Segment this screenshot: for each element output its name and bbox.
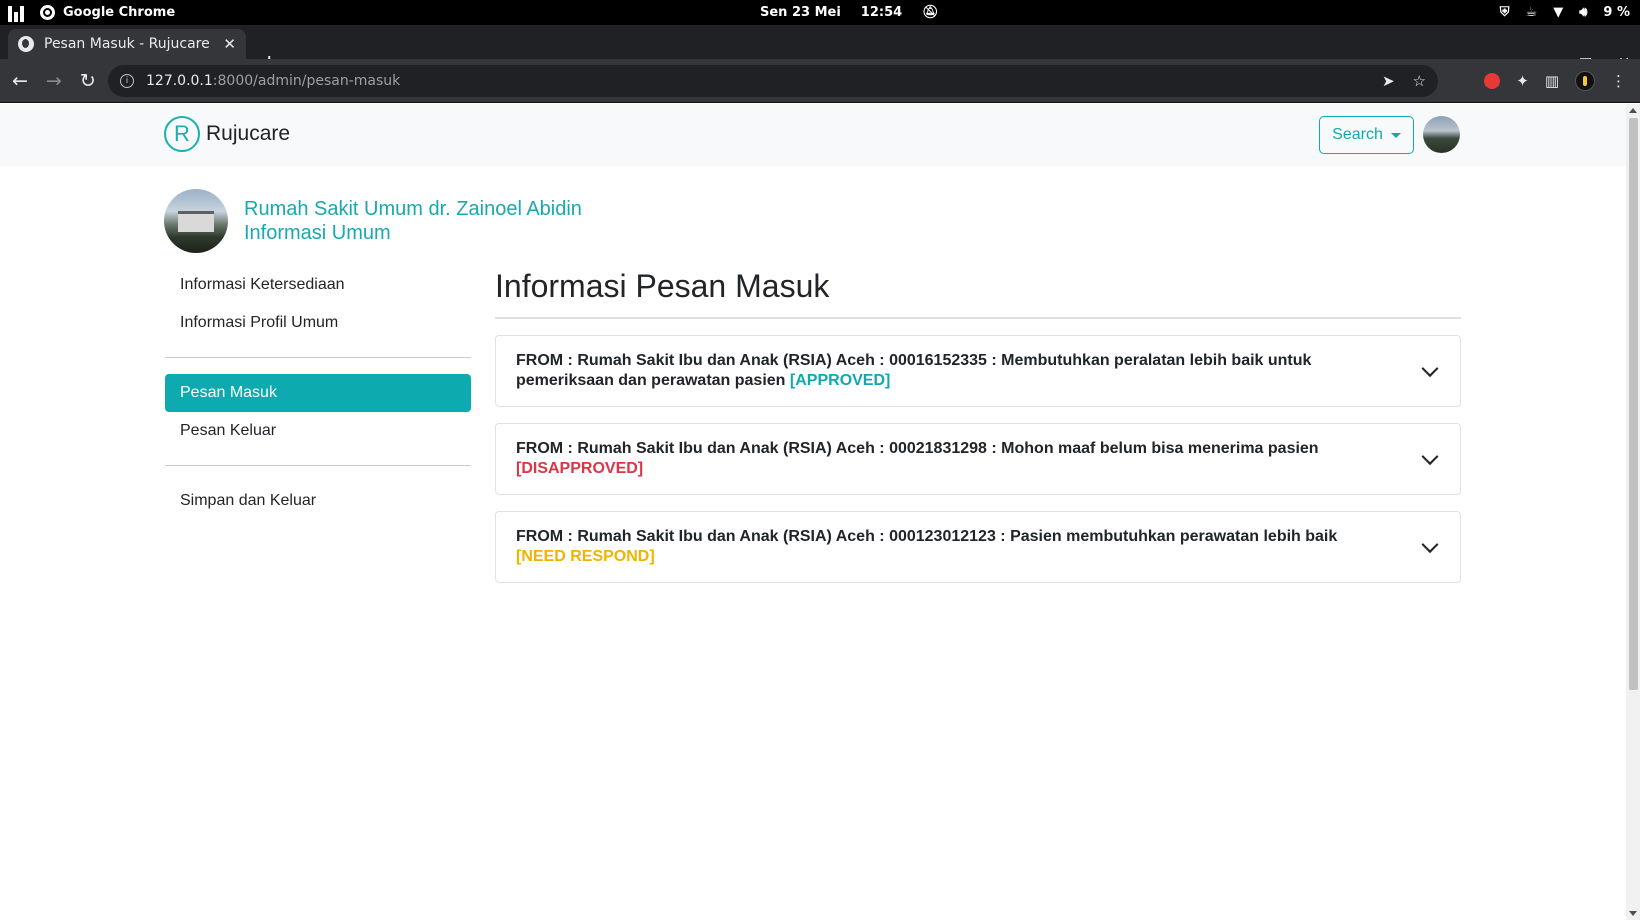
volume-icon[interactable]: 🔊︎ — [1579, 5, 1587, 20]
url-text[interactable]: 127.0.0.1:8000/admin/pesan-masuk — [146, 73, 1370, 89]
chevron-down-icon[interactable] — [1421, 448, 1439, 466]
brand-name: Rujucare — [206, 122, 291, 145]
scroll-down-arrow-icon[interactable] — [1629, 911, 1637, 916]
address-bar[interactable]: i 127.0.0.1:8000/admin/pesan-masuk ➤ ☆ — [108, 65, 1438, 97]
os-date: Sen 23 Mei — [760, 5, 841, 20]
status-badge: [DISAPPROVED] — [516, 460, 644, 477]
sidebar-item-pesan-masuk[interactable]: Pesan Masuk — [165, 374, 471, 412]
title-divider — [495, 317, 1461, 319]
site-info-icon[interactable]: i — [120, 74, 134, 88]
status-badge: [NEED RESPOND] — [516, 548, 655, 565]
os-clock[interactable]: Sen 23 Mei 12:54 🔕︎ — [760, 0, 939, 25]
browser-toolbar: ← → ↻ i 127.0.0.1:8000/admin/pesan-masuk… — [0, 59, 1640, 103]
site-navbar: R Rujucare Search — [0, 104, 1626, 166]
browser-tab-strip: Pesan Masuk - Rujucare ✕ + ⌄ – □ ✕ — [0, 25, 1640, 75]
page-scrollbar[interactable] — [1626, 104, 1640, 920]
shield-icon[interactable]: ⛨ — [1500, 5, 1510, 20]
status-badge: [APPROVED] — [789, 372, 891, 389]
rujucare-logo-icon: R — [164, 116, 200, 152]
message-body: FROM : Rumah Sakit Ibu dan Anak (RSIA) A… — [516, 528, 1338, 545]
hospital-subtitle: Informasi Umum — [244, 222, 391, 244]
activities-icon[interactable] — [8, 4, 26, 22]
sidebar-item-informasi-profil-umum[interactable]: Informasi Profil Umum — [165, 304, 471, 342]
extension-red-icon[interactable] — [1484, 73, 1501, 89]
message-body: FROM : Rumah Sakit Ibu dan Anak (RSIA) A… — [516, 440, 1319, 457]
message-accordion-item[interactable]: FROM : Rumah Sakit Ibu dan Anak (RSIA) A… — [495, 335, 1461, 407]
message-text: FROM : Rumah Sakit Ibu dan Anak (RSIA) A… — [516, 439, 1400, 479]
bookmark-star-icon[interactable]: ☆ — [1413, 72, 1426, 90]
chevron-down-icon[interactable] — [1421, 360, 1439, 378]
reload-icon[interactable]: ↻ — [80, 70, 96, 92]
sidebar: Informasi Ketersediaan Informasi Profil … — [165, 266, 471, 520]
side-panel-icon[interactable]: ▥ — [1545, 72, 1559, 90]
profile-avatar-icon[interactable] — [1575, 71, 1595, 91]
url-path: :8000/admin/pesan-masuk — [212, 73, 401, 89]
hospital-name: Rumah Sakit Umum dr. Zainoel Abidin — [244, 198, 582, 220]
hospital-avatar — [164, 189, 228, 253]
message-accordion-item[interactable]: FROM : Rumah Sakit Ibu dan Anak (RSIA) A… — [495, 511, 1461, 583]
wifi-icon[interactable]: ▼ — [1553, 5, 1563, 20]
chevron-down-icon[interactable] — [1421, 536, 1439, 554]
main-content: Informasi Pesan Masuk FROM : Rumah Sakit… — [495, 266, 1461, 599]
page-title: Informasi Pesan Masuk — [495, 268, 830, 304]
os-time: 12:54 — [860, 5, 903, 20]
sidebar-divider — [165, 357, 471, 358]
message-accordion-item[interactable]: FROM : Rumah Sakit Ibu dan Anak (RSIA) A… — [495, 423, 1461, 495]
search-dropdown-button[interactable]: Search — [1319, 116, 1414, 154]
notifications-muted-icon: 🔕︎ — [922, 5, 939, 20]
chrome-icon — [40, 5, 55, 20]
globe-icon — [18, 36, 34, 52]
caret-down-icon — [1390, 132, 1401, 138]
browser-menu-icon[interactable]: ⋮ — [1611, 72, 1626, 90]
forward-arrow-icon[interactable]: → — [46, 70, 62, 92]
message-body: FROM : Rumah Sakit Ibu dan Anak (RSIA) A… — [516, 352, 1312, 389]
extensions-puzzle-icon[interactable]: ✦ — [1516, 72, 1529, 90]
coffee-icon[interactable]: ☕︎ — [1526, 5, 1538, 20]
message-text: FROM : Rumah Sakit Ibu dan Anak (RSIA) A… — [516, 351, 1400, 391]
web-page: R Rujucare Search Rumah Sakit Umum dr. Z… — [0, 104, 1626, 920]
tab-close-icon[interactable]: ✕ — [223, 35, 236, 53]
hospital-header: Rumah Sakit Umum dr. Zainoel Abidin Info… — [164, 189, 582, 253]
sidebar-item-pesan-keluar[interactable]: Pesan Keluar — [165, 412, 471, 450]
message-text: FROM : Rumah Sakit Ibu dan Anak (RSIA) A… — [516, 527, 1400, 567]
send-icon[interactable]: ➤ — [1382, 72, 1395, 90]
browser-tab[interactable]: Pesan Masuk - Rujucare ✕ — [8, 29, 246, 59]
os-app-name[interactable]: Google Chrome — [63, 5, 175, 20]
scroll-up-arrow-icon[interactable] — [1629, 108, 1637, 113]
os-top-bar: Google Chrome Sen 23 Mei 12:54 🔕︎ ⛨ ☕︎ ▼… — [0, 0, 1640, 25]
search-button-label: Search — [1332, 126, 1383, 143]
back-arrow-icon[interactable]: ← — [12, 70, 28, 92]
sidebar-item-informasi-ketersediaan[interactable]: Informasi Ketersediaan — [165, 266, 471, 304]
user-avatar[interactable] — [1423, 116, 1460, 153]
brand-logo[interactable]: R Rujucare — [164, 116, 290, 152]
url-host: 127.0.0.1 — [146, 73, 213, 89]
tab-title: Pesan Masuk - Rujucare — [44, 36, 210, 52]
sidebar-divider — [165, 465, 471, 466]
battery-indicator[interactable]: 9 % — [1603, 5, 1630, 20]
scrollbar-thumb[interactable] — [1629, 118, 1638, 690]
sidebar-item-simpan-dan-keluar[interactable]: Simpan dan Keluar — [165, 482, 471, 520]
